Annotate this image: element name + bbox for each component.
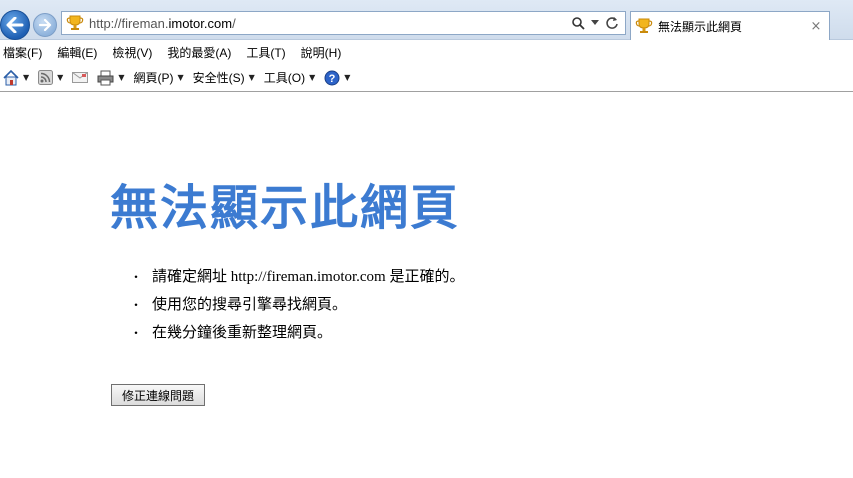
- page-title: 無法顯示此網頁: [110, 180, 461, 236]
- suggestion-text: 請確定網址 http://fireman.imotor.com 是正確的。: [152, 269, 465, 285]
- print-button[interactable]: ▼: [97, 70, 124, 86]
- arrow-right-icon: [38, 19, 52, 31]
- svg-text:?: ?: [329, 73, 336, 85]
- chevron-down-icon[interactable]: ▼: [118, 73, 124, 82]
- suggestion-list: ・ 請確定網址 http://fireman.imotor.com 是正確的。 …: [130, 263, 464, 347]
- safety-menu-label: 安全性(S): [192, 71, 245, 85]
- tab-favicon: [635, 18, 653, 34]
- tab-title: 無法顯示此網頁: [658, 19, 743, 34]
- menu-favorites[interactable]: 我的最愛(A): [167, 44, 231, 61]
- rss-icon: [38, 70, 54, 85]
- site-favicon: [65, 14, 85, 32]
- help-button[interactable]: ? ▼: [324, 70, 350, 86]
- chevron-down-icon: ▼: [248, 73, 255, 82]
- tools-menu-label: 工具(O): [263, 71, 306, 85]
- chevron-down-icon[interactable]: ▼: [344, 73, 350, 82]
- suggestion-text: 使用您的搜尋引擎尋找網頁。: [152, 297, 348, 313]
- feeds-button[interactable]: ▼: [38, 70, 63, 85]
- menu-bar: 檔案(F) 編輯(E) 檢視(V) 我的最愛(A) 工具(T) 說明(H): [0, 41, 853, 63]
- address-tools: [571, 16, 619, 30]
- tab-close-icon[interactable]: ×: [809, 19, 823, 34]
- list-item: ・ 請確定網址 http://fireman.imotor.com 是正確的。: [130, 263, 464, 291]
- menu-tools[interactable]: 工具(T): [246, 44, 285, 61]
- mail-button[interactable]: [72, 71, 89, 84]
- help-icon: ?: [324, 70, 340, 85]
- page-menu[interactable]: 網頁(P) ▼: [133, 69, 183, 86]
- chevron-down-icon[interactable]: [591, 20, 599, 26]
- menu-view[interactable]: 檢視(V): [112, 44, 152, 61]
- bullet: ・: [130, 298, 143, 312]
- address-url[interactable]: http://fireman.imotor.com/: [89, 16, 571, 31]
- list-item: ・ 使用您的搜尋引擎尋找網頁。: [130, 291, 464, 319]
- menu-edit[interactable]: 編輯(E): [57, 44, 97, 61]
- mail-icon: [72, 72, 89, 83]
- home-icon: [3, 69, 19, 85]
- bullet: ・: [130, 270, 143, 284]
- chevron-down-icon[interactable]: ▼: [57, 73, 63, 82]
- navigation-bar: http://fireman.imotor.com/ 無法顯示此網頁 ×: [0, 0, 853, 40]
- tools-menu[interactable]: 工具(O) ▼: [264, 69, 315, 86]
- chevron-down-icon[interactable]: ▼: [23, 73, 29, 82]
- search-icon[interactable]: [571, 16, 585, 30]
- suggestion-text: 在幾分鐘後重新整理網頁。: [152, 325, 333, 341]
- trophy-icon: [66, 15, 84, 30]
- back-button[interactable]: [0, 10, 30, 40]
- forward-button[interactable]: [33, 13, 57, 37]
- chevron-down-icon: ▼: [177, 73, 184, 82]
- printer-icon: [97, 70, 114, 85]
- safety-menu[interactable]: 安全性(S) ▼: [193, 69, 255, 86]
- list-item: ・ 在幾分鐘後重新整理網頁。: [130, 319, 464, 347]
- menu-file[interactable]: 檔案(F): [3, 44, 42, 61]
- command-bar: ▼ ▼ ▼ 網頁(P) ▼ 安全性(S) ▼ 工具(O) ▼ ? ▼: [0, 64, 853, 92]
- home-button[interactable]: ▼: [3, 69, 29, 86]
- menu-help[interactable]: 說明(H): [301, 44, 342, 61]
- bullet: ・: [130, 326, 143, 340]
- refresh-icon[interactable]: [605, 16, 619, 30]
- arrow-left-icon: [6, 17, 24, 33]
- trophy-icon: [635, 18, 653, 33]
- page-menu-label: 網頁(P): [133, 71, 174, 85]
- browser-tab[interactable]: 無法顯示此網頁 ×: [630, 11, 830, 40]
- address-bar[interactable]: http://fireman.imotor.com/: [61, 11, 626, 35]
- fix-connection-button[interactable]: 修正連線問題: [111, 384, 205, 406]
- chevron-down-icon: ▼: [309, 73, 316, 82]
